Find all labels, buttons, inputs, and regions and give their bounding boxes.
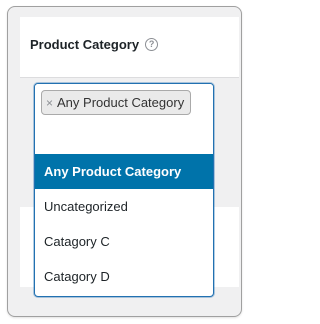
dropdown-options: Any Product Category Uncategorized Catag… [35,154,213,294]
option-any-product-category[interactable]: Any Product Category [35,154,213,189]
selection-area[interactable]: × Any Product Category [35,84,213,154]
field-label: Product Category [30,37,140,52]
selected-chip: × Any Product Category [41,90,192,115]
option-catagory-d[interactable]: Catagory D [35,259,213,294]
question-circle-icon[interactable]: ? [145,38,159,51]
option-uncategorized[interactable]: Uncategorized [35,189,213,224]
selected-chip-label: Any Product Category [57,95,185,110]
settings-panel-frame: Product Category ? × Any Product Categor… [7,6,242,317]
option-catagory-c[interactable]: Catagory C [35,224,213,259]
category-multiselect[interactable]: × Any Product Category Any Product Categ… [34,83,214,297]
field-header: Product Category ? [20,17,239,78]
remove-chip-icon[interactable]: × [46,96,53,110]
field-label-row: Product Category ? [30,37,159,52]
